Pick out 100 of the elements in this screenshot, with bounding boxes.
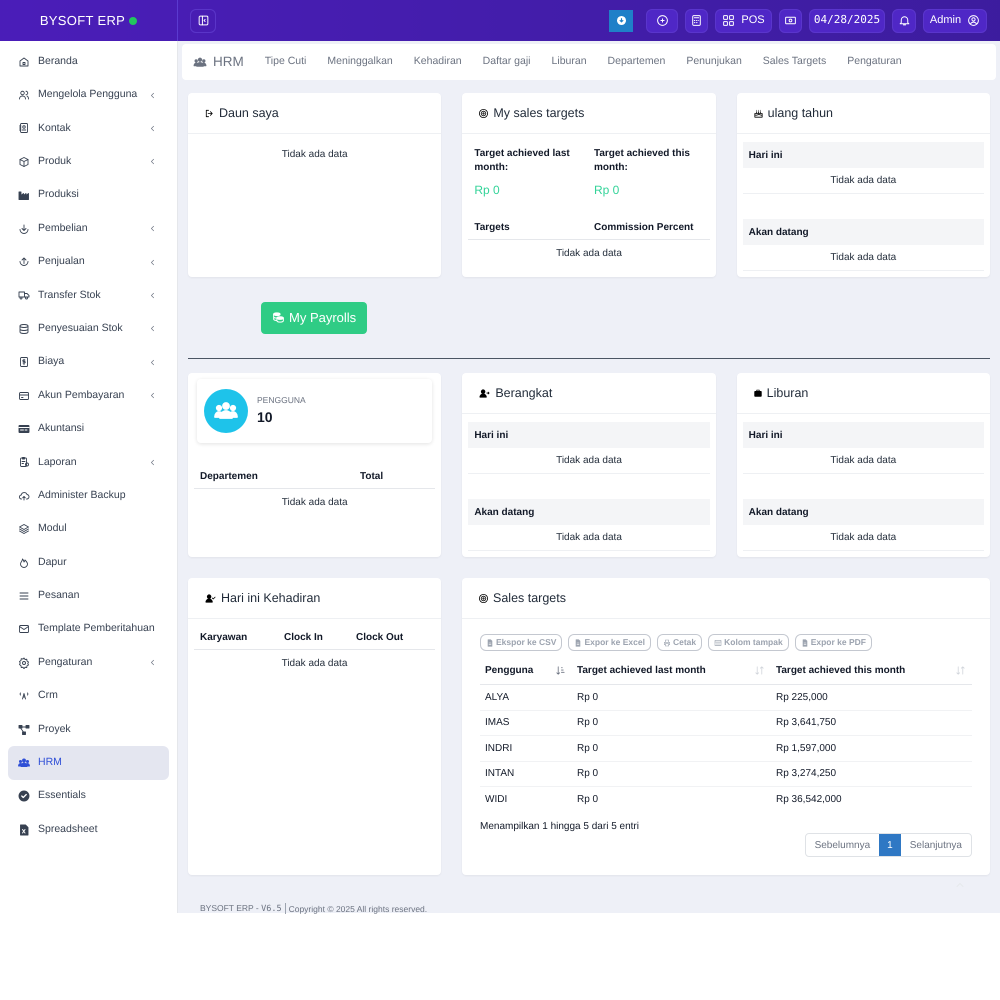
sidebar-item[interactable]: Kontak	[8, 112, 169, 146]
card-title: Sales targets	[493, 590, 566, 607]
bell-icon	[898, 14, 910, 27]
cloud-icon	[18, 490, 30, 502]
sidebar-item[interactable]: Pesanan	[8, 579, 169, 613]
table-cell-text: Rp 1,597,000	[775, 742, 838, 756]
sidebar-item[interactable]: Pembelian	[8, 212, 169, 246]
user-arrow-icon	[478, 388, 492, 398]
broadcast-icon	[18, 690, 30, 702]
stat-label: PENGGUNA	[257, 394, 306, 407]
download-button[interactable]	[609, 10, 633, 32]
stat-label: Target achieved this month:	[594, 147, 691, 175]
database-icon	[18, 322, 30, 335]
sidebar-item[interactable]: Essentials	[8, 780, 169, 813]
section-heading: Akan datang	[742, 499, 984, 525]
notifications-button[interactable]	[892, 8, 916, 32]
nav-tab[interactable]: Liburan	[552, 44, 587, 80]
table-cell-text: Rp 0	[576, 690, 600, 705]
sidebar-item[interactable]: Penyesuaian Stok	[8, 312, 169, 346]
sidebar-item[interactable]: Penjualan	[8, 245, 169, 279]
nav-tab[interactable]: Sales Targets	[762, 44, 826, 80]
layers-icon	[18, 523, 30, 536]
column-header: Targets	[474, 221, 511, 235]
section-heading: Akan datang	[742, 219, 984, 245]
empty-message: Tidak ada data	[742, 245, 984, 271]
sidebar-item[interactable]: Spreadsheet	[8, 812, 169, 846]
cash-button[interactable]	[779, 8, 802, 32]
sidebar-item[interactable]: Akun Pembayaran	[8, 378, 169, 412]
pos-button[interactable]: POS	[715, 8, 772, 32]
coins-icon	[272, 311, 285, 324]
sidebar-item[interactable]: Mengelola Pengguna	[8, 78, 169, 112]
sidebar-item[interactable]: Produksi	[8, 178, 169, 212]
clipboard-icon	[18, 456, 30, 468]
team-icon	[18, 756, 30, 769]
sidebar-item[interactable]: Template Pemberitahuan	[8, 612, 169, 646]
module-title: HRM	[213, 52, 244, 71]
sidebar-item[interactable]: Proyek	[8, 712, 169, 746]
card-title: My sales targets	[493, 104, 584, 122]
previous-page-button[interactable]: Sebelumnya	[806, 834, 880, 856]
file-icon	[486, 638, 494, 646]
network-icon	[18, 724, 30, 736]
sidebar-item[interactable]: Produk	[8, 145, 169, 179]
page-button[interactable]: 1	[879, 834, 901, 856]
download-icon	[616, 15, 626, 26]
empty-message: Tidak ada data	[468, 525, 710, 551]
add-button[interactable]	[646, 8, 678, 32]
empty-message: Tidak ada data	[280, 657, 348, 671]
column-header: Target achieved last month	[577, 664, 706, 678]
sidebar-item[interactable]: Beranda	[8, 45, 169, 78]
columns-icon	[714, 638, 722, 646]
table-cell-text: INDRI	[484, 742, 514, 756]
sidebar-item[interactable]: Akuntansi	[8, 412, 169, 446]
nav-tab[interactable]: Departemen	[608, 44, 666, 80]
section-heading: Hari ini	[742, 422, 984, 448]
calculator-icon	[690, 14, 703, 27]
next-page-button[interactable]: Selanjutnya	[900, 834, 971, 856]
sidebar-item[interactable]: Modul	[8, 512, 169, 546]
dollar-receipt-icon	[18, 356, 30, 368]
date-button[interactable]: 04/28/2025	[809, 8, 885, 32]
users-icon	[18, 89, 30, 102]
user-menu-button[interactable]: Admin	[923, 8, 987, 32]
download-icon	[18, 222, 30, 235]
check-circle-icon	[18, 790, 30, 802]
nav-tab[interactable]: Kehadiran	[414, 44, 462, 80]
table-cell-text: IMAS	[484, 716, 510, 730]
sidebar-item[interactable]: Biaya	[8, 346, 169, 379]
sidebar-toggle-button[interactable]	[190, 8, 216, 32]
box-icon	[18, 156, 30, 168]
sidebar-item[interactable]: Pengaturan	[8, 646, 169, 680]
file-icon	[800, 638, 809, 646]
sidebar-item[interactable]: Laporan	[8, 446, 169, 480]
nav-tab[interactable]: Meninggalkan	[327, 44, 393, 80]
column-header: Commission Percent	[594, 221, 694, 235]
sidebar-item[interactable]: Dapur	[8, 546, 169, 580]
user-circle-icon	[967, 14, 980, 27]
sidebar-item[interactable]: Administer Backup	[8, 479, 169, 512]
stat-value: Rp 0	[474, 182, 501, 199]
card-title: Hari ini Kehadiran	[221, 590, 320, 607]
sidebar-item[interactable]: Crm	[8, 679, 169, 713]
banknote-icon	[784, 14, 797, 27]
nav-tab[interactable]: Tipe Cuti	[264, 44, 306, 80]
sidebar-item[interactable]: Transfer Stok	[8, 278, 169, 312]
upload-icon	[18, 256, 30, 268]
credit-card-icon	[18, 422, 30, 435]
empty-message: Tidak ada data	[280, 496, 349, 510]
sidebar-item[interactable]: HRM	[8, 746, 169, 780]
suitcase-icon	[752, 388, 763, 398]
calculator-button[interactable]	[685, 8, 708, 32]
column-header: Clock In	[284, 631, 324, 645]
table-cell-text: Rp 225,000	[775, 690, 829, 705]
card-title: Liburan	[766, 384, 808, 402]
nav-tab[interactable]: Penunjukan	[686, 44, 742, 80]
settings-icon	[18, 656, 30, 669]
file-icon	[574, 638, 582, 646]
card-title: ulang tahun	[768, 104, 833, 122]
table-cell-text: Rp 0	[576, 793, 600, 808]
target-icon	[478, 592, 489, 604]
nav-tab[interactable]: Daftar gaji	[482, 44, 531, 80]
nav-tab[interactable]: Pengaturan	[847, 44, 902, 80]
truck-icon	[18, 289, 30, 302]
